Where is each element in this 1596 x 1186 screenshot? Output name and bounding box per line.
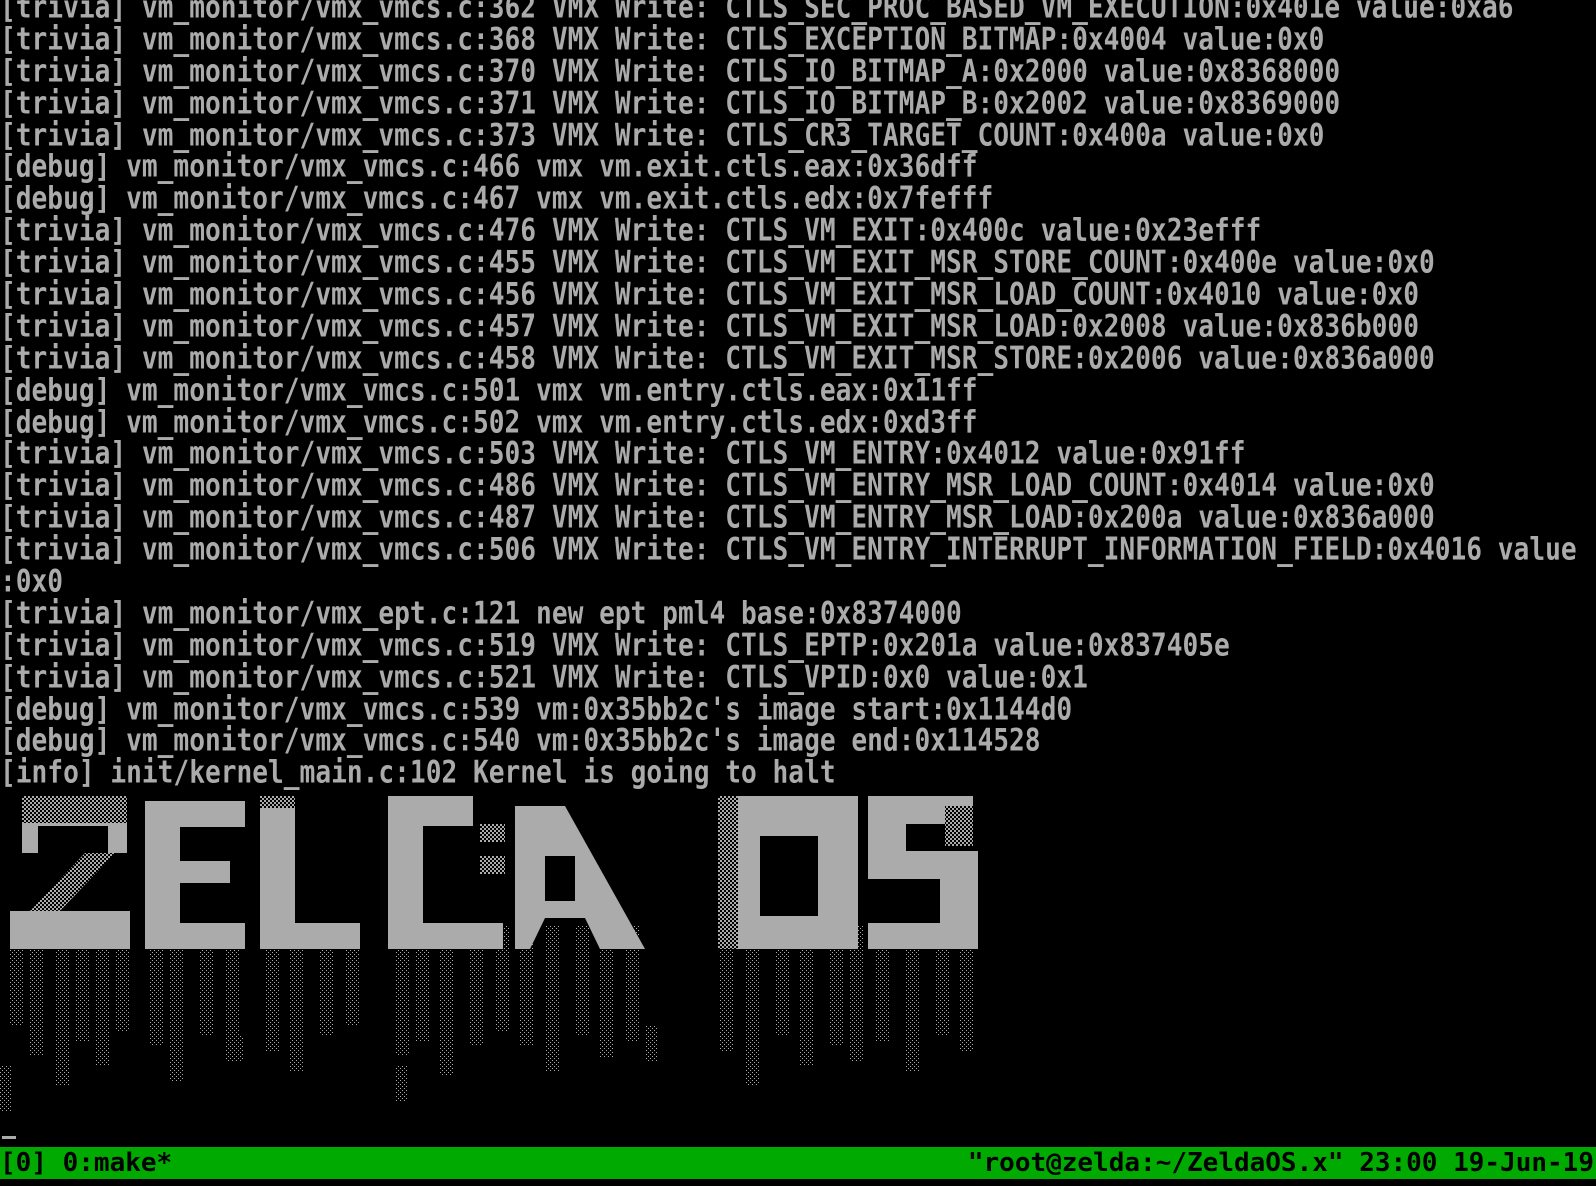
tmux-status-bar: [0] 0:make* "root@zelda:~/ZeldaOS.x" 23:…	[0, 1147, 1596, 1179]
zelda-os-ascii-banner	[0, 796, 978, 1111]
kernel-log: [trivia] vm_monitor/vmx_vmcs.c:362 VMX W…	[0, 0, 1596, 791]
terminal-window[interactable]: [trivia] vm_monitor/vmx_vmcs.c:362 VMX W…	[0, 0, 1596, 1144]
banner-letters	[10, 796, 978, 949]
log-line: [info] init/kernel_main.c:102 Kernel is …	[0, 755, 836, 791]
banner-drip-shadows	[0, 926, 974, 1111]
screen-bottom-edge	[0, 1179, 1596, 1186]
tmux-window-list[interactable]: [0] 0:make*	[0, 1147, 172, 1179]
tmux-status-info: "root@zelda:~/ZeldaOS.x" 23:00 19-Jun-19	[967, 1148, 1594, 1178]
text-cursor	[2, 1136, 16, 1139]
